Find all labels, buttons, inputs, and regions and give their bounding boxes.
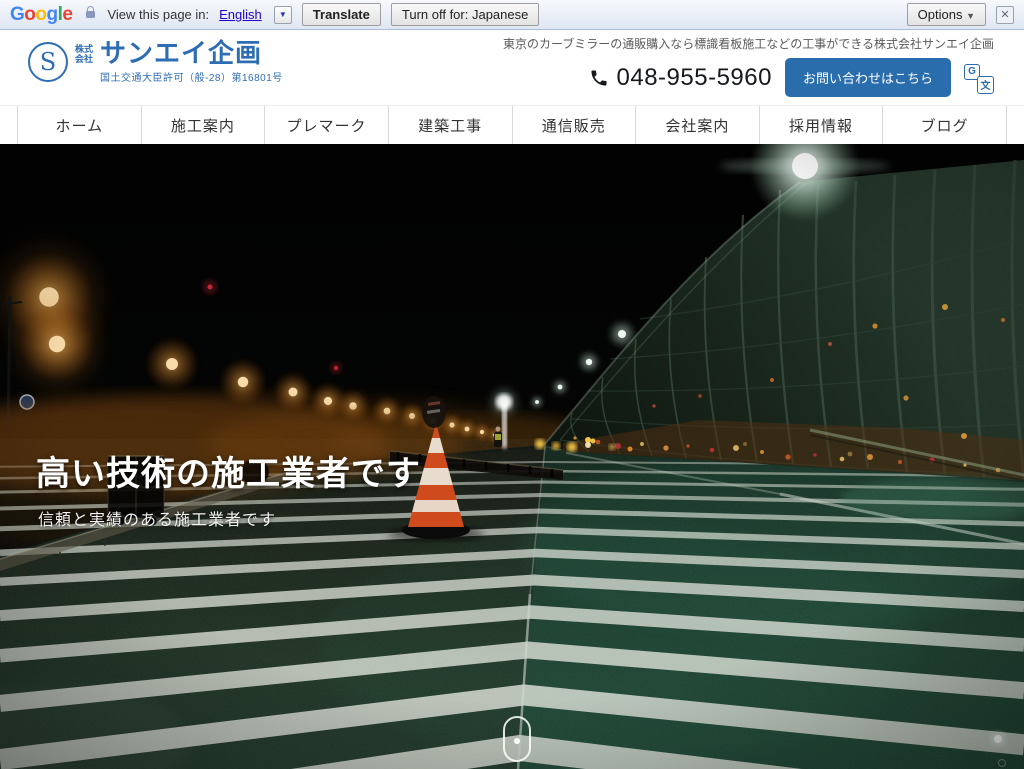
logo-text-block: サンエイ企画 国土交通大臣許可（般-28）第16801号 xyxy=(100,39,283,84)
translate-icon[interactable]: G 文 xyxy=(964,62,994,94)
nav-item-recruit[interactable]: 採用情報 xyxy=(760,106,884,144)
chevron-down-icon: ▼ xyxy=(279,10,287,19)
nav-item-blog[interactable]: ブログ xyxy=(883,106,1007,144)
turn-off-button[interactable]: Turn off for: Japanese xyxy=(391,3,539,26)
lock-icon xyxy=(86,11,95,18)
hero-subtitle: 信頼と実績のある施工業者です xyxy=(38,506,276,530)
nav-item-online-shop[interactable]: 通信販売 xyxy=(513,106,637,144)
contact-button[interactable]: お問い合わせはこちら xyxy=(785,58,951,97)
logo-company-prefix: 株式 会社 xyxy=(75,44,93,64)
main-nav: ホーム 施工案内 プレマーク 建築工事 通信販売 会社案内 採用情報 ブログ xyxy=(0,105,1024,144)
nav-item-home[interactable]: ホーム xyxy=(18,106,142,144)
hero-section: 高い技術の施工業者です 信頼と実績のある施工業者です xyxy=(0,144,1024,769)
chevron-down-icon: ▼ xyxy=(966,11,975,21)
logo-s-mark-icon: S xyxy=(28,42,68,82)
company-name: サンエイ企画 xyxy=(100,39,283,67)
nav-inner: ホーム 施工案内 プレマーク 建築工事 通信販売 会社案内 採用情報 ブログ xyxy=(17,106,1007,144)
company-logo-link[interactable]: S 株式 会社 サンエイ企画 国土交通大臣許可（般-28）第16801号 xyxy=(28,39,283,84)
hero-title: 高い技術の施工業者です xyxy=(36,446,421,495)
nav-item-premark[interactable]: プレマーク xyxy=(265,106,389,144)
google-logo: Google xyxy=(10,5,72,24)
translate-button[interactable]: Translate xyxy=(302,3,381,26)
language-dropdown[interactable]: ▼ xyxy=(274,6,292,24)
nav-item-company[interactable]: 会社案内 xyxy=(636,106,760,144)
options-button[interactable]: Options ▼ xyxy=(907,3,986,26)
language-link[interactable]: English xyxy=(219,7,262,22)
view-page-label: View this page in: xyxy=(107,7,209,22)
nav-item-construction-guide[interactable]: 施工案内 xyxy=(142,106,266,144)
phone-icon xyxy=(589,68,609,88)
close-icon[interactable]: ✕ xyxy=(996,6,1014,24)
header-contact-row: 048-955-5960 お問い合わせはこちら G 文 xyxy=(589,58,994,97)
site-tagline: 東京のカーブミラーの通販購入なら標識看板施工などの工事ができる株式会社サンエイ企… xyxy=(503,35,994,52)
nav-item-building-works[interactable]: 建築工事 xyxy=(389,106,513,144)
site-header: S 株式 会社 サンエイ企画 国土交通大臣許可（般-28）第16801号 東京の… xyxy=(0,30,1024,105)
scroll-indicator-icon xyxy=(503,716,531,762)
license-number: 国土交通大臣許可（般-28）第16801号 xyxy=(100,69,283,84)
google-translate-bar: Google View this page in: English ▼ Tran… xyxy=(0,0,1024,30)
phone-number: 048-955-5960 xyxy=(589,64,772,92)
